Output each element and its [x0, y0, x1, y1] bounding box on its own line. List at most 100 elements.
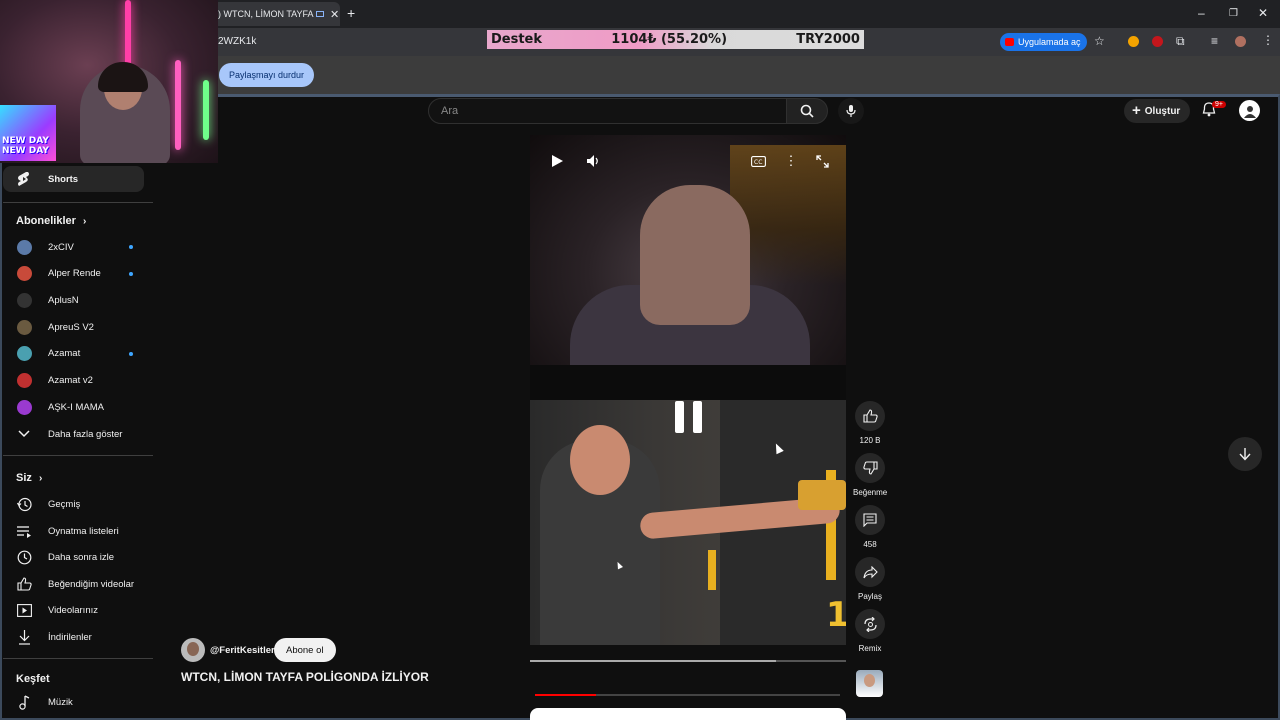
sidebar-item-channel[interactable]: Alper Rende — [3, 261, 153, 287]
search-input[interactable]: Ara — [428, 98, 788, 124]
pause-icon[interactable] — [669, 397, 709, 437]
search-icon — [800, 104, 814, 118]
browser-tab[interactable]: ) WTCN, LİMON TAYFA P ✕ — [210, 2, 340, 26]
video-progress-bar[interactable] — [530, 660, 846, 662]
share-label: Paylaş — [857, 592, 882, 601]
avatar — [16, 319, 32, 335]
new-tab-icon[interactable]: + — [347, 5, 355, 21]
shorts-scrub-bar[interactable] — [535, 694, 840, 696]
create-label: Oluştur — [1144, 105, 1181, 117]
sidebar-item-history[interactable]: Geçmiş — [3, 491, 153, 517]
tab-close-icon[interactable]: ✕ — [330, 8, 339, 21]
subscribe-button[interactable]: Abone ol — [274, 638, 336, 662]
extension-icon[interactable] — [1152, 36, 1163, 47]
menu-kebab-icon[interactable]: ⋮ — [1262, 33, 1274, 47]
streamer-face — [640, 185, 750, 325]
bookmark-star-icon[interactable]: ☆ — [1094, 34, 1105, 48]
sidebar-item-channel[interactable]: ApreuS V2 — [3, 314, 153, 340]
audio-source-thumbnail[interactable] — [856, 670, 883, 697]
range-marker — [708, 550, 716, 590]
sidebar-item-playlists[interactable]: Oynatma listeleri — [3, 518, 153, 544]
divider — [3, 202, 153, 203]
sidebar-item-label: ApreuS V2 — [48, 321, 94, 333]
like-count: 120 B — [859, 436, 881, 445]
sidebar-item-liked-videos[interactable]: Beğendiğim videolar — [3, 571, 153, 597]
restore-icon[interactable]: ❐ — [1229, 8, 1238, 19]
sidebar-item-channel[interactable]: Azamat v2 — [3, 368, 153, 394]
sidebar-item-music[interactable]: Müzik — [3, 689, 153, 715]
progress-fill — [530, 660, 777, 662]
search-button[interactable] — [786, 98, 828, 124]
thumbs-up-icon — [862, 409, 878, 423]
create-button[interactable]: + Oluştur — [1124, 99, 1191, 123]
remix-button[interactable]: Remix — [853, 609, 887, 653]
sidebar-item-shorts[interactable]: Shorts — [3, 166, 144, 192]
donation-goal: TRY2000 — [796, 32, 860, 47]
remix-icon — [863, 616, 877, 632]
next-short-preview[interactable] — [530, 708, 846, 720]
user-icon — [1243, 105, 1256, 118]
shorts-video-player[interactable]: 10 — [530, 135, 846, 645]
channel-avatar[interactable] — [181, 638, 205, 662]
sidebar-item-label: Videolarınız — [48, 604, 98, 616]
volume-button[interactable] — [585, 153, 601, 169]
sidebar-item-label: Alper Rende — [48, 268, 101, 280]
sidebar-item-channel[interactable]: AplusN — [3, 287, 153, 313]
comment-icon — [863, 513, 877, 527]
sidebar-item-show-more[interactable]: Daha fazla göster — [3, 421, 153, 447]
close-window-icon[interactable]: ✕ — [1258, 6, 1268, 20]
profile-avatar[interactable] — [1235, 36, 1246, 47]
sidebar-item-label: Beğendiğim videolar — [48, 578, 135, 590]
sidebar-item-watch-later[interactable]: Daha sonra izle — [3, 544, 153, 570]
sidebar-item-label: AplusN — [48, 294, 79, 306]
comments-button[interactable]: 458 — [853, 505, 887, 549]
share-icon — [862, 565, 878, 578]
subscriptions-heading[interactable]: Abonelikler › — [16, 215, 86, 227]
new-content-dot — [129, 245, 133, 249]
streamer-webcam: NEW DAY NEW DAY — [0, 0, 218, 163]
sidebar-item-channel[interactable]: Azamat — [3, 341, 153, 367]
fullscreen-button[interactable] — [814, 153, 830, 169]
divider — [3, 455, 153, 456]
video-title[interactable]: WTCN, LİMON TAYFA POLİGONDA İZLİYOR — [181, 670, 429, 684]
sidebar-item-channel[interactable]: AŞK-I MAMA — [3, 394, 153, 420]
minimize-icon[interactable]: – — [1198, 6, 1205, 20]
sidebar-item-downloads[interactable]: İndirilenler — [3, 624, 153, 650]
account-avatar[interactable] — [1239, 100, 1260, 121]
sidebar-item-your-videos[interactable]: Videolarınız — [3, 597, 153, 623]
open-in-app-button[interactable]: Uygulamada aç — [1000, 33, 1087, 51]
more-options-icon[interactable]: ⋮ — [785, 153, 798, 169]
download-icon — [16, 629, 32, 645]
puzzle-icon[interactable]: ⧉ — [1176, 34, 1185, 49]
streamer-hair — [98, 62, 148, 92]
sidebar-item-label: 2xCIV — [48, 241, 74, 253]
range-number: 10 — [826, 595, 846, 635]
next-video-button[interactable] — [1228, 437, 1262, 471]
gun — [798, 480, 846, 510]
voice-search-button[interactable] — [838, 98, 864, 124]
history-icon — [16, 496, 32, 512]
new-content-dot — [129, 271, 133, 276]
shooter-head — [570, 425, 630, 495]
svg-text:CC: CC — [754, 159, 762, 166]
sidebar-item-label: Daha fazla göster — [48, 428, 123, 440]
captions-icon: CC — [750, 155, 766, 167]
sidebar-item-channel[interactable]: 2xCIV — [3, 234, 153, 260]
volume-icon — [587, 155, 598, 167]
share-button[interactable]: Paylaş — [853, 557, 887, 601]
channel-avatar — [16, 266, 32, 282]
like-button[interactable]: 120 B — [853, 401, 887, 445]
play-button[interactable] — [549, 153, 565, 169]
extension-icon[interactable] — [1128, 36, 1139, 47]
avatar — [16, 292, 32, 308]
dislike-button[interactable]: Beğenme — [853, 453, 887, 497]
stop-sharing-button[interactable]: Paylaşmayı durdur — [219, 63, 315, 87]
sticker-text: NEW DAY — [2, 146, 49, 156]
channel-name[interactable]: @FeritKesitler — [210, 645, 275, 656]
you-heading[interactable]: Siz › — [16, 472, 42, 484]
url-text[interactable]: 2WZK1k — [218, 36, 256, 47]
video-icon — [16, 602, 32, 618]
captions-button[interactable]: CC — [749, 154, 767, 168]
media-control-icon[interactable]: ≡ — [1211, 34, 1218, 48]
divider — [3, 658, 153, 659]
